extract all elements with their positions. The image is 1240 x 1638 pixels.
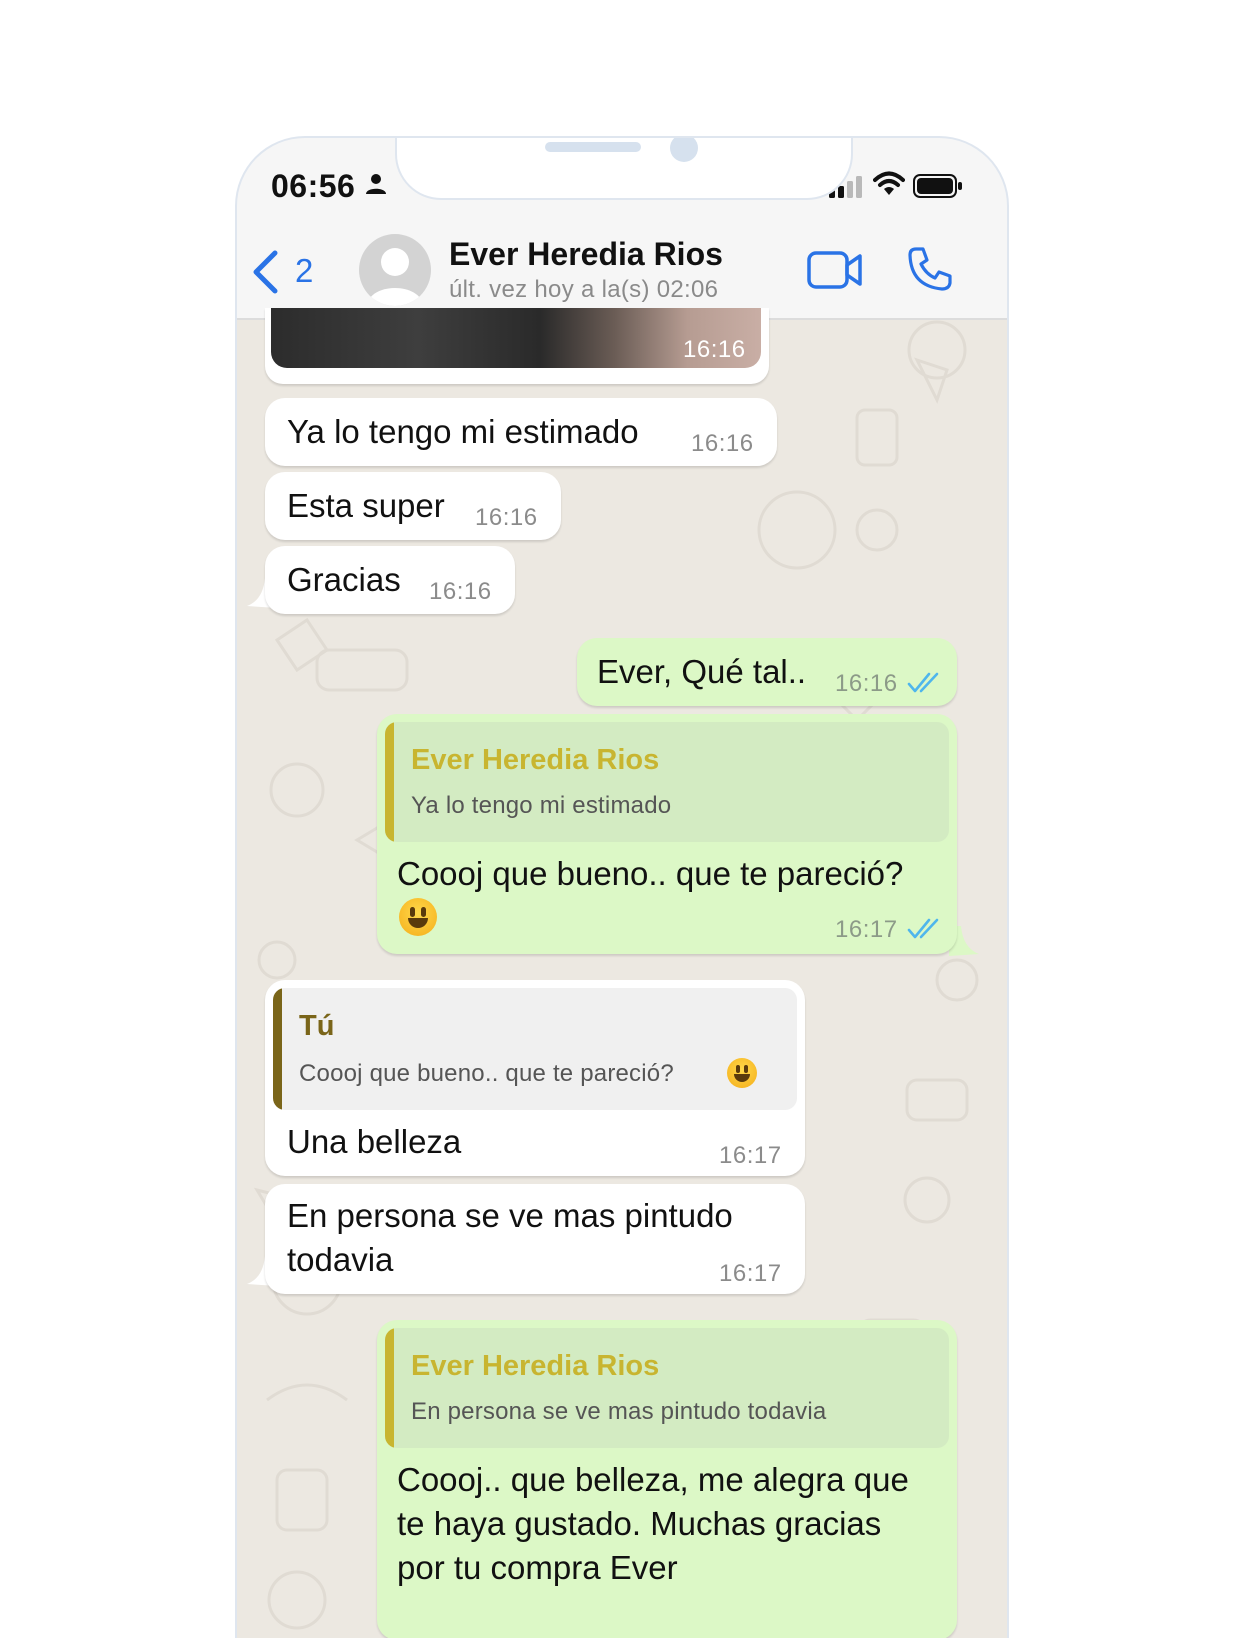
speaker: [545, 142, 641, 152]
phone-frame: 06:56 2 Ever Heredia Rios últ. vez hoy a…: [235, 136, 1009, 1638]
message-text: Ya lo tengo mi estimado: [287, 413, 639, 450]
read-ticks-icon: [907, 918, 939, 939]
notch: [395, 138, 853, 200]
message-time: 16:16: [683, 336, 746, 363]
quote-text: Ya lo tengo mi estimado: [411, 792, 672, 819]
message-text: Ever, Qué tal..: [597, 653, 807, 690]
outgoing-reply-message[interactable]: Ever Heredia Rios Ya lo tengo mi estimad…: [377, 714, 957, 954]
message-time: 16:16: [835, 670, 898, 697]
incoming-message[interactable]: Esta super 16:16: [265, 472, 561, 540]
message-text: Gracias: [287, 561, 401, 598]
quoted-message[interactable]: Ever Heredia Rios Ya lo tengo mi estimad…: [385, 722, 949, 842]
status-time: 06:56: [271, 168, 356, 204]
message-text-line-1: Coooj.. que belleza, me alegra que: [397, 1461, 909, 1498]
message-time: 16:16: [691, 430, 754, 457]
message-time: 16:16: [429, 578, 492, 605]
grinning-face-emoji: [727, 1058, 757, 1088]
last-seen: últ. vez hoy a la(s) 02:06: [449, 276, 719, 303]
message-time: 16:16: [475, 504, 538, 531]
quoted-message[interactable]: Ever Heredia Rios En persona se ve mas p…: [385, 1328, 949, 1448]
quote-accent-bar: [385, 722, 394, 842]
message-text: Esta super: [287, 487, 445, 524]
contact-name[interactable]: Ever Heredia Rios: [449, 236, 723, 273]
message-time: 16:17: [835, 916, 898, 943]
image-message[interactable]: 16:16: [265, 308, 769, 384]
grinning-face-emoji: [399, 898, 437, 936]
quote-accent-bar: [385, 1328, 394, 1448]
quote-author: Tú: [299, 1010, 335, 1042]
message-text-line-2: todavia: [287, 1241, 394, 1278]
message-time: 16:17: [719, 1142, 782, 1169]
wifi-icon: [873, 171, 905, 195]
message-text-line-1: En persona se ve mas pintudo: [287, 1197, 733, 1234]
contact-avatar[interactable]: [359, 234, 431, 306]
message-text: Una belleza: [287, 1123, 462, 1160]
avatar-placeholder-icon: [367, 248, 423, 306]
outgoing-message[interactable]: Ever, Qué tal.. 16:16: [577, 638, 957, 706]
incoming-message[interactable]: Gracias 16:16: [265, 546, 515, 614]
quote-text: En persona se ve mas pintudo todavia: [411, 1398, 827, 1425]
message-time: 16:17: [719, 1260, 782, 1287]
back-chevron-icon[interactable]: [251, 250, 279, 294]
incoming-message[interactable]: Ya lo tengo mi estimado 16:16: [265, 398, 777, 466]
incoming-reply-message[interactable]: Tú Coooj que bueno.. que te pareció? Una…: [265, 980, 805, 1176]
incoming-message[interactable]: En persona se ve mas pintudo todavia 16:…: [265, 1184, 805, 1294]
front-camera: [670, 138, 698, 162]
message-text: Coooj que bueno.. que te pareció?: [397, 855, 904, 892]
person-icon: [366, 174, 386, 194]
quoted-message[interactable]: Tú Coooj que bueno.. que te pareció?: [273, 988, 797, 1110]
quote-accent-bar: [273, 988, 282, 1110]
read-ticks-icon: [907, 672, 939, 693]
phone-call-icon[interactable]: [907, 246, 953, 292]
outgoing-reply-message[interactable]: Ever Heredia Rios En persona se ve mas p…: [377, 1320, 957, 1638]
message-text-line-3: por tu compra Ever: [397, 1549, 678, 1586]
quote-author: Ever Heredia Rios: [411, 1350, 660, 1382]
quote-author: Ever Heredia Rios: [411, 744, 660, 776]
unread-count[interactable]: 2: [295, 252, 313, 290]
message-text-line-2: te haya gustado. Muchas gracias: [397, 1505, 882, 1542]
quote-text: Coooj que bueno.. que te pareció?: [299, 1060, 674, 1087]
video-call-icon[interactable]: [807, 250, 863, 290]
battery-icon: [913, 174, 962, 198]
